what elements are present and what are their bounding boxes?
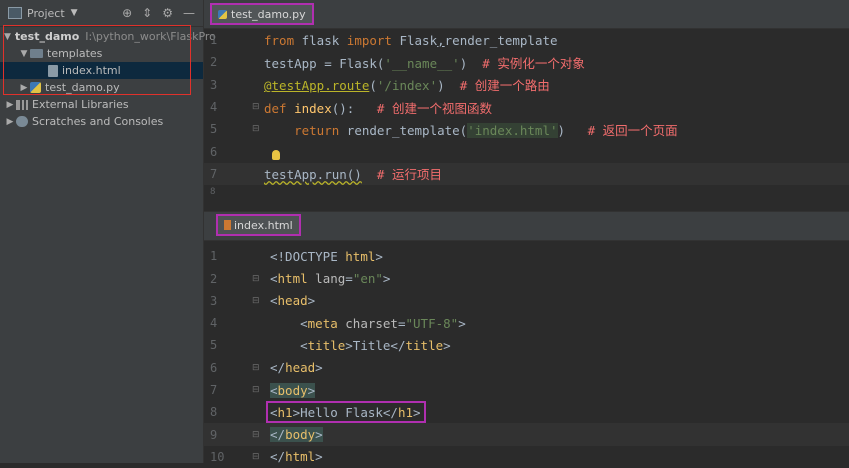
fold-icon[interactable]: ⊟ <box>252 430 260 440</box>
chevron-right-icon[interactable]: ▶ <box>4 117 16 127</box>
tab-test-damo-py[interactable]: test_damo.py <box>210 3 314 25</box>
fold-icon[interactable]: ⊟ <box>252 363 260 373</box>
html-file-icon <box>224 220 231 231</box>
code-text: <meta charset="UTF-8"> <box>270 315 466 331</box>
code-line: 3 @testApp.route('/index') # 创建一个路由 <box>204 74 849 96</box>
line-number: 5 <box>210 122 218 137</box>
tab-label: index.html <box>234 218 293 232</box>
line-number: 6 <box>210 360 218 375</box>
fold-icon[interactable]: ⊟ <box>252 124 260 134</box>
editor-tabbar-top: test_damo.py <box>204 0 849 29</box>
line-number: 1 <box>210 33 218 48</box>
tab-index-html[interactable]: index.html <box>216 214 301 237</box>
code-line: 1 from flask import Flask,render_templat… <box>204 29 849 51</box>
annotation-red-box <box>3 25 191 95</box>
line-number: 5 <box>210 338 218 353</box>
line-number: 6 <box>210 144 218 159</box>
code-text: <title>Title</title> <box>270 337 451 353</box>
line-number: 7 <box>210 383 218 397</box>
line-number: 10 <box>210 449 225 464</box>
code-line-current: 7 testApp.run() # 运行项目 <box>204 162 849 186</box>
line-number: 9 <box>210 427 218 442</box>
editor-area: test_damo.py 1 from flask import Flask,r… <box>204 0 849 468</box>
code-line: 2 ⊟ <html lang="en"> <box>204 267 849 289</box>
code-text: @testApp.route('/index') # 创建一个路由 <box>264 78 550 94</box>
project-sidebar: Project ▼ ⊕ ⇕ ⚙ — ▼ test_damo I:\python_… <box>0 0 216 463</box>
code-line: 8 <box>204 185 849 199</box>
gear-icon[interactable]: ⚙ <box>162 6 173 20</box>
code-text: <body> <box>270 382 316 398</box>
lightbulb-icon[interactable] <box>270 150 280 163</box>
line-number: 8 <box>210 187 216 198</box>
chevron-down-icon[interactable]: ▼ <box>71 8 78 18</box>
fold-icon[interactable]: ⊟ <box>252 296 260 306</box>
code-line: 8 <h1>Hello Flask</h1> <box>204 401 849 424</box>
code-text: </head> <box>270 360 323 376</box>
editor-tabbar-bottom: index.html <box>204 211 849 242</box>
collapse-icon[interactable]: ⇕ <box>142 6 152 20</box>
code-line: 6 <box>204 140 849 162</box>
line-number: 3 <box>210 293 218 308</box>
line-number: 2 <box>210 55 218 70</box>
code-text: <html lang="en"> <box>270 271 391 287</box>
hide-icon[interactable]: — <box>183 6 195 20</box>
fold-icon[interactable]: ⊟ <box>252 102 260 112</box>
code-text: from flask import Flask,render_template <box>264 32 558 48</box>
code-line: 10 ⊟ </html> <box>204 446 849 468</box>
fold-icon[interactable]: ⊟ <box>252 452 260 462</box>
code-line: 4 <meta charset="UTF-8"> <box>204 312 849 334</box>
code-text: <!DOCTYPE html> <box>270 248 383 264</box>
code-text: </body> <box>270 427 323 443</box>
code-text: def index(): # 创建一个视图函数 <box>264 100 492 116</box>
tree-item-scratches[interactable]: ▶ Scratches and Consoles <box>0 113 203 130</box>
code-line: 5 ⊟ return render_template('index.html')… <box>204 118 849 140</box>
line-number: 4 <box>210 100 218 115</box>
code-text: </html> <box>270 449 323 465</box>
line-number: 2 <box>210 271 218 286</box>
code-text: <head> <box>270 293 316 309</box>
line-number: 8 <box>210 405 218 420</box>
library-icon <box>16 99 28 110</box>
code-line: 1 <!DOCTYPE html> <box>204 245 849 267</box>
code-editor-bottom[interactable]: 1 <!DOCTYPE html> 2 ⊟ <html lang="en"> 3… <box>204 241 849 468</box>
fold-icon[interactable]: ⊟ <box>252 274 260 284</box>
line-number: 7 <box>210 166 218 181</box>
code-line: 4 ⊟ def index(): # 创建一个视图函数 <box>204 96 849 118</box>
code-line: 3 ⊟ <head> <box>204 290 849 312</box>
code-text: testApp = Flask('__name__') # 实例化一个对象 <box>264 55 585 71</box>
locate-icon[interactable]: ⊕ <box>122 6 132 20</box>
fold-icon[interactable]: ⊟ <box>252 385 260 395</box>
code-line: 6 ⊟ </head> <box>204 357 849 379</box>
scratch-icon <box>16 116 28 127</box>
project-toolbar: Project ▼ ⊕ ⇕ ⚙ — <box>0 0 203 27</box>
code-editor-top[interactable]: 1 from flask import Flask,render_templat… <box>204 29 849 199</box>
tab-label: test_damo.py <box>231 7 306 21</box>
annotation-purple-box <box>266 401 426 424</box>
code-line: 2 testApp = Flask('__name__') # 实例化一个对象 <box>204 51 849 73</box>
python-file-icon <box>218 9 227 19</box>
code-line: 7 ⊟ <body> <box>204 379 849 401</box>
code-line: 5 <title>Title</title> <box>204 334 849 356</box>
line-number: 3 <box>210 77 218 92</box>
tree-item-external-libraries[interactable]: ▶ External Libraries <box>0 96 203 113</box>
code-text: testApp.run() # 运行项目 <box>264 167 442 183</box>
project-title[interactable]: Project <box>27 7 65 20</box>
tree-item-label: Scratches and Consoles <box>32 115 164 128</box>
project-icon <box>8 7 22 19</box>
tree-item-label: External Libraries <box>32 98 129 111</box>
line-number: 1 <box>210 249 218 264</box>
code-line-current: 9 ⊟ </body> <box>204 423 849 446</box>
code-text: return render_template('index.html') # 返… <box>294 122 678 138</box>
chevron-right-icon[interactable]: ▶ <box>4 100 16 110</box>
line-number: 4 <box>210 316 218 331</box>
